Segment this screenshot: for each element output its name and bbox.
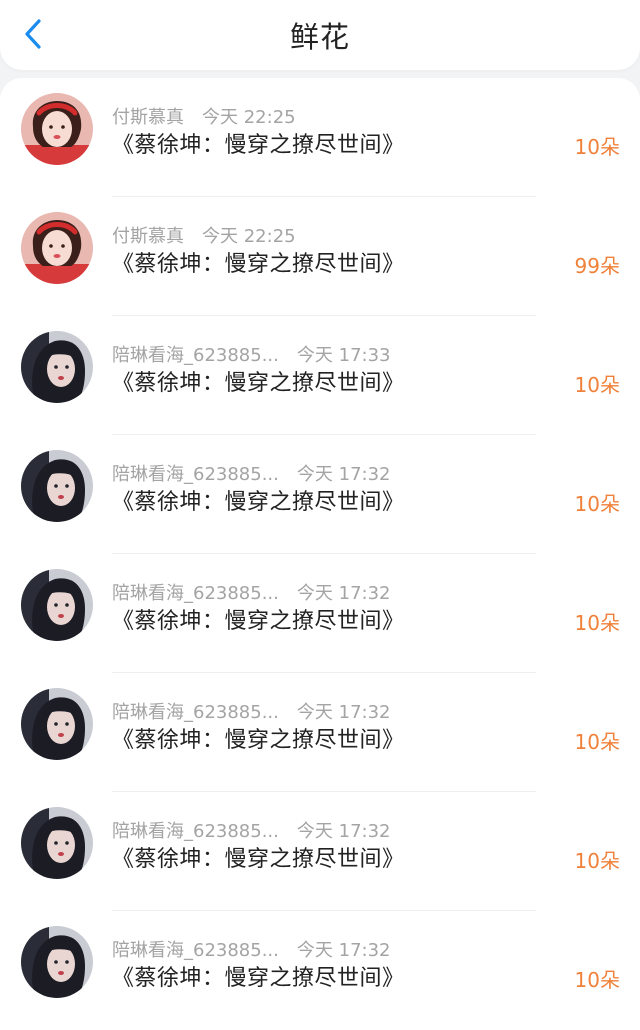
book-title: 《蔡徐坤：慢穿之撩尽世间》 [112, 490, 405, 515]
girl-dark-hair-avatar-icon [21, 926, 93, 998]
list-item[interactable]: 陪琳看海_623885... 今天 17:32 《蔡徐坤：慢穿之撩尽世间》 10朵 [0, 673, 640, 792]
flower-count: 10朵 [574, 373, 620, 397]
sender-name: 付斯慕真 [112, 226, 184, 247]
avatar[interactable] [21, 926, 93, 998]
avatar[interactable] [21, 569, 93, 641]
sender-info: 陪琳看海_623885... 今天 17:32 [112, 579, 391, 605]
gift-time: 今天 17:32 [296, 583, 391, 604]
flower-count: 99朵 [574, 254, 620, 278]
gift-time: 今天 22:25 [202, 226, 296, 247]
book-title: 《蔡徐坤：慢穿之撩尽世间》 [112, 728, 405, 753]
page-title: 鲜花 [289, 20, 350, 54]
girl-red-headband-avatar-icon [21, 212, 93, 284]
gift-time: 今天 22:25 [202, 107, 296, 128]
avatar[interactable] [21, 807, 93, 879]
flower-count: 10朵 [574, 135, 620, 159]
book-title: 《蔡徐坤：慢穿之撩尽世间》 [112, 133, 405, 158]
sender-name: 陪琳看海_623885... [112, 345, 279, 366]
flower-count: 10朵 [574, 849, 620, 873]
header-bar: 鲜花 [0, 0, 640, 70]
avatar[interactable] [21, 212, 93, 284]
list-item[interactable]: 付斯慕真 今天 22:25 《蔡徐坤：慢穿之撩尽世间》 10朵 [0, 78, 640, 197]
girl-red-headband-avatar-icon [21, 93, 93, 165]
sender-info: 陪琳看海_623885... 今天 17:33 [112, 341, 391, 367]
list-item[interactable]: 陪琳看海_623885... 今天 17:32 《蔡徐坤：慢穿之撩尽世间》 10朵 [0, 911, 640, 1030]
list-item[interactable]: 陪琳看海_623885... 今天 17:32 《蔡徐坤：慢穿之撩尽世间》 10朵 [0, 435, 640, 554]
sender-info: 陪琳看海_623885... 今天 17:32 [112, 460, 391, 486]
sender-name: 陪琳看海_623885... [112, 821, 279, 842]
girl-dark-hair-avatar-icon [21, 331, 93, 403]
sender-info: 付斯慕真 今天 22:25 [112, 222, 296, 248]
list-item[interactable]: 陪琳看海_623885... 今天 17:32 《蔡徐坤：慢穿之撩尽世间》 10朵 [0, 554, 640, 673]
sender-info: 付斯慕真 今天 22:25 [112, 103, 296, 129]
avatar[interactable] [21, 93, 93, 165]
gift-time: 今天 17:32 [296, 821, 391, 842]
girl-dark-hair-avatar-icon [21, 569, 93, 641]
list-item[interactable]: 陪琳看海_623885... 今天 17:32 《蔡徐坤：慢穿之撩尽世间》 10朵 [0, 792, 640, 911]
flower-gift-list: 付斯慕真 今天 22:25 《蔡徐坤：慢穿之撩尽世间》 10朵 付斯慕真 今天 22… [0, 78, 640, 1030]
flower-count: 10朵 [574, 968, 620, 992]
sender-name: 陪琳看海_623885... [112, 583, 279, 604]
list-item[interactable]: 陪琳看海_623885... 今天 17:33 《蔡徐坤：慢穿之撩尽世间》 10朵 [0, 316, 640, 435]
flower-count: 10朵 [574, 492, 620, 516]
flower-count: 10朵 [574, 611, 620, 635]
avatar[interactable] [21, 331, 93, 403]
book-title: 《蔡徐坤：慢穿之撩尽世间》 [112, 966, 405, 991]
list-item[interactable]: 付斯慕真 今天 22:25 《蔡徐坤：慢穿之撩尽世间》 99朵 [0, 197, 640, 316]
girl-dark-hair-avatar-icon [21, 807, 93, 879]
gift-time: 今天 17:32 [296, 940, 391, 961]
gift-time: 今天 17:32 [296, 702, 391, 723]
sender-name: 陪琳看海_623885... [112, 702, 279, 723]
sender-name: 付斯慕真 [112, 107, 184, 128]
sender-info: 陪琳看海_623885... 今天 17:32 [112, 698, 391, 724]
gift-time: 今天 17:33 [296, 345, 391, 366]
book-title: 《蔡徐坤：慢穿之撩尽世间》 [112, 609, 405, 634]
book-title: 《蔡徐坤：慢穿之撩尽世间》 [112, 252, 405, 277]
sender-name: 陪琳看海_623885... [112, 464, 279, 485]
avatar[interactable] [21, 688, 93, 760]
girl-dark-hair-avatar-icon [21, 688, 93, 760]
sender-info: 陪琳看海_623885... 今天 17:32 [112, 936, 391, 962]
sender-info: 陪琳看海_623885... 今天 17:32 [112, 817, 391, 843]
girl-dark-hair-avatar-icon [21, 450, 93, 522]
flower-count: 10朵 [574, 730, 620, 754]
book-title: 《蔡徐坤：慢穿之撩尽世间》 [112, 371, 405, 396]
gift-time: 今天 17:32 [296, 464, 391, 485]
book-title: 《蔡徐坤：慢穿之撩尽世间》 [112, 847, 405, 872]
sender-name: 陪琳看海_623885... [112, 940, 279, 961]
avatar[interactable] [21, 450, 93, 522]
